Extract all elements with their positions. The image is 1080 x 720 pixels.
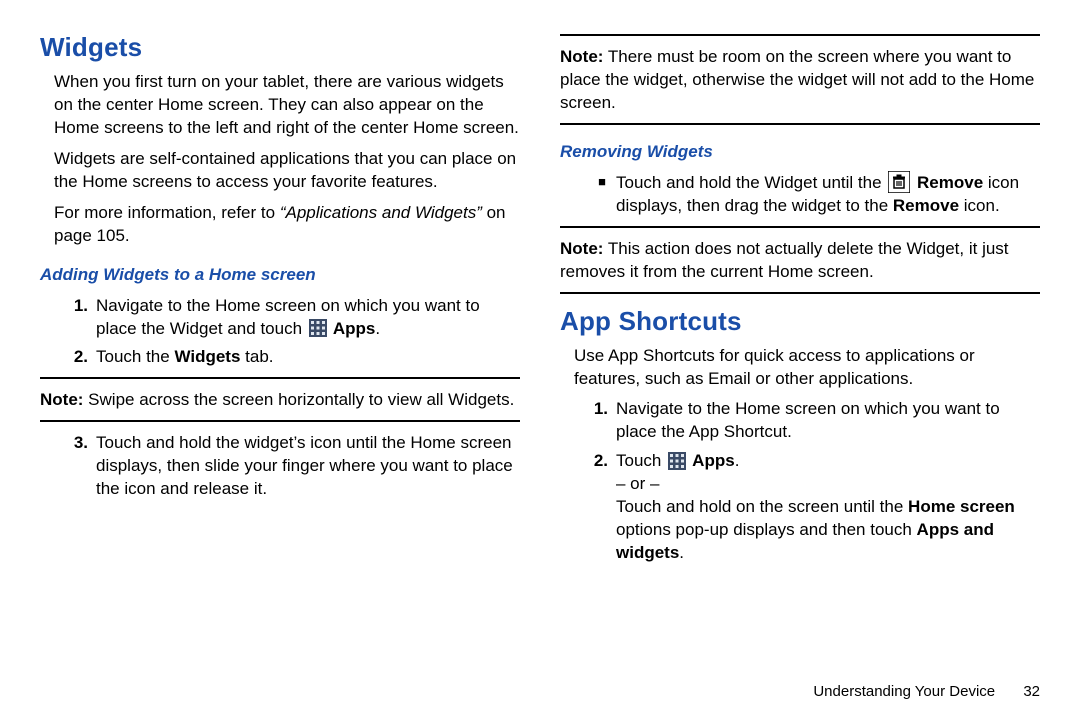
- apps-icon: [668, 452, 686, 470]
- note-not-delete: Note: This action does not actually dele…: [560, 238, 1040, 284]
- note-swipe: Note: Swipe across the screen horizontal…: [40, 389, 520, 412]
- para-widgets-desc: Widgets are self-contained applications …: [54, 148, 520, 194]
- divider: [560, 292, 1040, 294]
- heading-adding-widgets: Adding Widgets to a Home screen: [40, 264, 520, 287]
- step-3: 3. Touch and hold the widget’s icon unti…: [68, 432, 520, 501]
- step-2: 2. Touch the Widgets tab.: [68, 346, 520, 369]
- apps-icon: [309, 319, 327, 337]
- step-number: 3.: [68, 432, 96, 501]
- step-number: 1.: [68, 295, 96, 341]
- right-column: Note: There must be room on the screen w…: [560, 30, 1040, 571]
- heading-widgets: Widgets: [40, 30, 520, 65]
- footer-section: Understanding Your Device: [813, 683, 995, 700]
- step-number: 2.: [588, 450, 616, 565]
- or-text: – or –: [616, 473, 1040, 496]
- footer-page-number: 32: [1023, 683, 1040, 700]
- step-number: 1.: [588, 398, 616, 444]
- remove-icon: [888, 171, 910, 193]
- divider: [40, 377, 520, 379]
- bullet-icon: ■: [588, 172, 616, 218]
- step-1: 1. Navigate to the Home screen on which …: [68, 295, 520, 341]
- divider: [560, 123, 1040, 125]
- step-number: 2.: [68, 346, 96, 369]
- heading-app-shortcuts: App Shortcuts: [560, 304, 1040, 339]
- para-app-shortcuts: Use App Shortcuts for quick access to ap…: [574, 345, 1040, 391]
- heading-removing-widgets: Removing Widgets: [560, 141, 1040, 164]
- left-column: Widgets When you first turn on your tabl…: [40, 30, 520, 571]
- divider: [560, 226, 1040, 228]
- page-footer: Understanding Your Device 32: [813, 682, 1040, 702]
- divider: [560, 34, 1040, 36]
- app-step-2: 2. Touch Apps. – or – Touch: [588, 450, 1040, 565]
- para-widgets-ref: For more information, refer to “Applicat…: [54, 202, 520, 248]
- divider: [40, 420, 520, 422]
- app-step-1: 1. Navigate to the Home screen on which …: [588, 398, 1040, 444]
- note-room: Note: There must be room on the screen w…: [560, 46, 1040, 115]
- bullet-remove: ■ Touch and hold the Widget until the: [588, 172, 1040, 218]
- para-widgets-intro: When you first turn on your tablet, ther…: [54, 71, 520, 140]
